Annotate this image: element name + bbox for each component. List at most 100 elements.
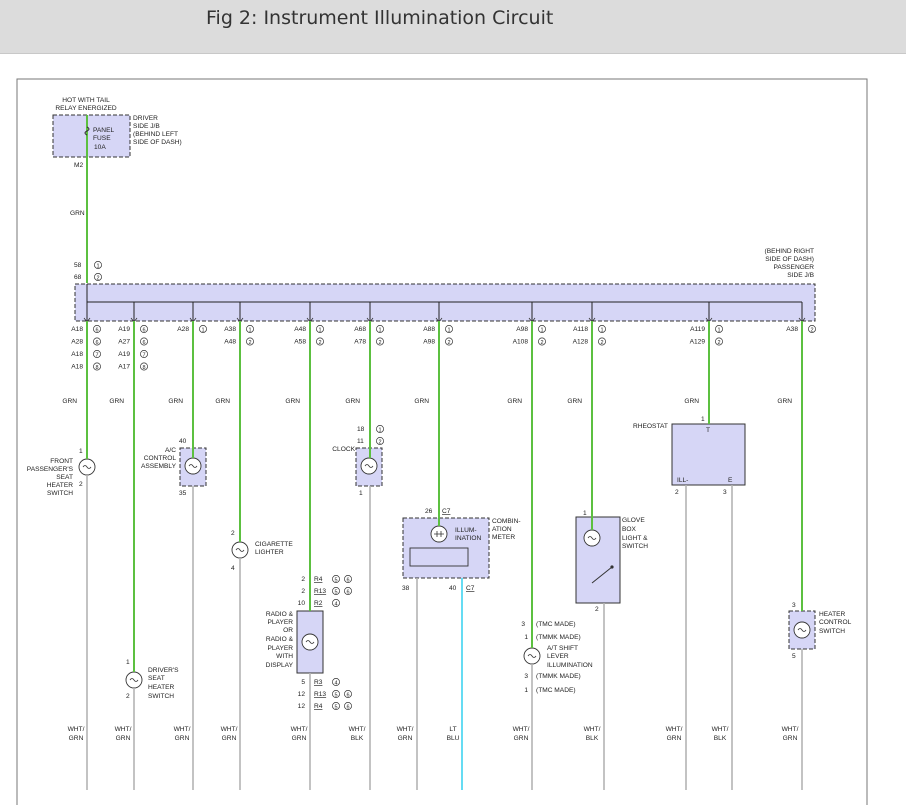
connector-pin-label: A28 <box>71 339 83 346</box>
radio-connector-number: 6 <box>346 692 349 698</box>
connector-number: 6 <box>142 340 145 346</box>
connector-pin-label: A27 <box>118 339 130 346</box>
radio-pin-number: 12 <box>298 703 306 710</box>
svg-text:DRIVER: DRIVER <box>133 115 158 122</box>
connector-number: 7 <box>95 352 98 358</box>
connector-number: 2 <box>600 340 603 346</box>
bottom-wire-label: WHT/GRN <box>291 726 308 742</box>
svg-text:ATION: ATION <box>492 526 512 533</box>
svg-text:4: 4 <box>231 565 235 572</box>
ac-control-assembly: A/C CONTROL ASSEMBLY 40 35 <box>141 438 207 497</box>
svg-text:3: 3 <box>792 602 796 609</box>
svg-text:FUSE: FUSE <box>93 135 111 142</box>
bottom-wire-label: WHT/GRN <box>174 726 191 742</box>
svg-text:SWITCH: SWITCH <box>622 543 648 550</box>
radio-connector-number: 5 <box>334 704 337 710</box>
connector-number: 7 <box>142 352 145 358</box>
radio-connector-number: 6 <box>346 577 349 583</box>
radio-connector-number: 4 <box>334 601 337 607</box>
connector-number: 1 <box>600 327 603 333</box>
bottom-wire-label: WHT/GRN <box>666 726 683 742</box>
svg-text:ASSEMBLY: ASSEMBLY <box>141 463 177 470</box>
connector-pin-label: A98 <box>516 326 528 333</box>
connector-number: 2 <box>318 340 321 346</box>
connector-number: 2 <box>717 340 720 346</box>
rheostat: RHEOSTAT T ILL- E 1 2 3 <box>633 416 746 496</box>
radio-connector-label: R4 <box>314 703 323 710</box>
svg-text:SWITCH: SWITCH <box>148 693 174 700</box>
bottom-wire-label: LT BLU <box>447 726 460 742</box>
connector-pin-label: A78 <box>354 339 366 346</box>
wire-color-label: GRN <box>215 398 230 405</box>
svg-text:(TMMK MADE): (TMMK MADE) <box>536 634 581 641</box>
svg-text:HEATER: HEATER <box>47 482 73 489</box>
svg-text:26: 26 <box>425 508 433 515</box>
connector-pin-label: A119 <box>690 326 705 333</box>
front-passenger-seat-heater-switch: FRONT PASSENGER'S SEAT HEATER SWITCH 1 2 <box>27 448 96 497</box>
connector-pin-label: A98 <box>423 339 435 346</box>
svg-text:BLK: BLK <box>586 735 599 742</box>
connector-number: 2 <box>810 327 813 333</box>
svg-text:40: 40 <box>449 585 457 592</box>
clock: CLOCK 18 1 11 2 1 <box>332 425 384 497</box>
svg-text:RHEOSTAT: RHEOSTAT <box>633 423 668 430</box>
connector-pin-label: A18 <box>71 351 83 358</box>
svg-text:2: 2 <box>231 530 235 537</box>
svg-text:WHT/: WHT/ <box>291 726 308 733</box>
radio-connector-label: R4 <box>314 576 323 583</box>
svg-text:3: 3 <box>521 621 525 628</box>
svg-text:3: 3 <box>524 673 528 680</box>
svg-text:WHT/: WHT/ <box>666 726 683 733</box>
radio-pin-number: 12 <box>298 691 306 698</box>
connector-pin-label: A108 <box>513 339 529 346</box>
svg-text:A/T SHIFT: A/T SHIFT <box>547 645 578 652</box>
svg-text:DISPLAY: DISPLAY <box>266 662 294 669</box>
svg-text:PASSENGER: PASSENGER <box>773 264 814 271</box>
svg-text:LIGHTER: LIGHTER <box>255 549 284 556</box>
svg-text:WHT/: WHT/ <box>174 726 191 733</box>
bottom-wire-label: WHT/GRN <box>221 726 238 742</box>
svg-text:18: 18 <box>357 426 365 433</box>
connector-number: 1 <box>201 327 204 333</box>
connector-pin-label: A118 <box>573 326 588 333</box>
svg-text:GRN: GRN <box>222 735 237 742</box>
connector-pin-label: A17 <box>118 364 130 371</box>
passenger-side-junction-block: (BEHIND RIGHT SIDE OF DASH) PASSENGER SI… <box>74 248 816 322</box>
svg-text:A/C: A/C <box>165 447 176 454</box>
svg-text:GRN: GRN <box>116 735 131 742</box>
connector-pin-label: A58 <box>294 339 306 346</box>
svg-text:SIDE OF DASH): SIDE OF DASH) <box>133 139 182 146</box>
svg-text:ILLUM-: ILLUM- <box>455 527 477 534</box>
connector-number: 8 <box>95 365 98 371</box>
connector-pin-label: A68 <box>354 326 366 333</box>
svg-text:HOT WITH TAIL: HOT WITH TAIL <box>62 97 110 104</box>
svg-text:RADIO &: RADIO & <box>266 636 294 643</box>
svg-text:WHT/: WHT/ <box>712 726 729 733</box>
connector-pin-label: A128 <box>573 339 589 346</box>
svg-text:C7: C7 <box>442 508 451 515</box>
connector-pin-label: A18 <box>71 326 83 333</box>
radio-connector-label: R13 <box>314 691 326 698</box>
svg-text:SEAT: SEAT <box>148 675 165 682</box>
svg-text:1: 1 <box>79 448 83 455</box>
svg-text:E: E <box>728 477 733 484</box>
svg-text:METER: METER <box>492 534 515 541</box>
svg-text:2: 2 <box>96 275 99 281</box>
wire-color-labels: WHT/GRNWHT/GRNWHT/GRNWHT/GRNWHT/GRNWHT/B… <box>68 726 799 742</box>
connector-number: 1 <box>717 327 720 333</box>
svg-text:1: 1 <box>524 634 528 641</box>
svg-text:GLOVE: GLOVE <box>622 517 645 524</box>
svg-text:HEATER: HEATER <box>148 684 174 691</box>
svg-text:RELAY ENERGIZED: RELAY ENERGIZED <box>55 105 117 112</box>
svg-text:2: 2 <box>595 606 599 613</box>
connector-number: 1 <box>447 327 450 333</box>
driver-side-junction-block: HOT WITH TAIL RELAY ENERGIZED PANEL FUSE… <box>52 97 182 283</box>
svg-text:COMBIN-: COMBIN- <box>492 518 521 525</box>
connector-number: 1 <box>540 327 543 333</box>
wire-color-label: GRN <box>168 398 183 405</box>
svg-text:2: 2 <box>675 489 679 496</box>
svg-text:SIDE J/B: SIDE J/B <box>133 123 160 130</box>
wire-color-label: GRN <box>62 398 77 405</box>
radio-pin-number: 5 <box>301 679 305 686</box>
svg-text:2: 2 <box>378 439 381 445</box>
